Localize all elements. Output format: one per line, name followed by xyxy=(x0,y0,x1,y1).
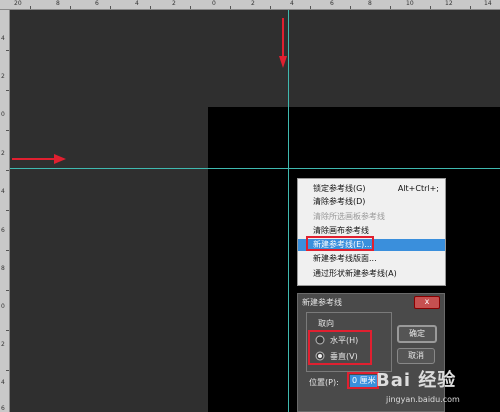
radio-horizontal[interactable] xyxy=(315,335,325,345)
ruler-label: 4 xyxy=(290,0,294,7)
ruler-label: 20 xyxy=(14,0,22,7)
ruler-tick xyxy=(6,170,9,171)
ruler-tick xyxy=(6,290,9,291)
ruler-tick xyxy=(150,6,151,9)
ruler-label: 8 xyxy=(1,265,5,272)
down-arrow-icon xyxy=(279,18,287,68)
close-button[interactable]: x xyxy=(414,296,440,309)
menu-item-shortcut: Alt+Ctrl+; xyxy=(397,184,439,193)
ruler-tick xyxy=(110,6,111,9)
ruler-label: 0 xyxy=(212,0,216,7)
ruler-label: 4 xyxy=(135,0,139,7)
ruler-tick xyxy=(350,6,351,9)
dialog-title: 新建参考线 xyxy=(302,298,342,307)
ruler-label: 14 xyxy=(484,0,492,7)
ruler-label: 4 xyxy=(1,188,5,195)
ruler-tick xyxy=(270,6,271,9)
ruler-tick xyxy=(70,6,71,9)
ruler-tick xyxy=(30,6,31,9)
ruler-tick xyxy=(6,50,9,51)
ruler-tick xyxy=(6,90,9,91)
menu-item-new-guides-from-shape[interactable]: 通过形状新建参考线(A) xyxy=(298,268,445,280)
right-arrow-icon xyxy=(12,154,66,164)
ruler-label: 2 xyxy=(1,73,5,80)
position-label: 位置(P): xyxy=(309,378,339,387)
menu-item-label: 清除画布参考线 xyxy=(313,226,369,235)
ruler-tick xyxy=(230,6,231,9)
ruler-tick xyxy=(6,250,9,251)
menu-item-lock-guides[interactable]: 锁定参考线(G) Alt+Ctrl+; xyxy=(298,183,445,195)
cancel-button[interactable]: 取消 xyxy=(397,348,435,364)
radio-vertical[interactable] xyxy=(315,351,325,361)
ruler-tick xyxy=(6,330,9,331)
ruler-tick xyxy=(390,6,391,9)
menu-item-clear-guides[interactable]: 清除参考线(D) xyxy=(298,196,445,208)
watermark: Bai 经验 jingyan.baidu.com xyxy=(366,366,500,412)
context-menu: 锁定参考线(G) Alt+Ctrl+; 清除参考线(D) 清除所选画板参考线 清… xyxy=(297,178,446,286)
menu-item-label: 新建参考线版面... xyxy=(313,254,377,263)
menu-item-label: 清除参考线(D) xyxy=(313,197,366,206)
ruler-tick xyxy=(470,6,471,9)
watermark-url: jingyan.baidu.com xyxy=(386,395,460,404)
orientation-label: 取向 xyxy=(318,319,334,328)
ruler-label: 2 xyxy=(1,341,5,348)
ruler-label: 0 xyxy=(1,111,5,118)
ruler-label: 10 xyxy=(406,0,414,7)
radio-horizontal-label[interactable]: 水平(H) xyxy=(330,335,358,346)
vertical-guide[interactable] xyxy=(288,10,289,412)
ok-button[interactable]: 确定 xyxy=(397,325,437,343)
ruler-tick xyxy=(6,370,9,371)
menu-item-new-guide-layout[interactable]: 新建参考线版面... xyxy=(298,253,445,265)
ruler-label: 6 xyxy=(1,405,5,412)
ruler-tick xyxy=(430,6,431,9)
menu-item-label: 清除所选画板参考线 xyxy=(313,212,385,221)
ruler-label: 0 xyxy=(1,303,5,310)
horizontal-guide[interactable] xyxy=(10,168,500,169)
ruler-label: 2 xyxy=(172,0,176,7)
radio-vertical-label[interactable]: 垂直(V) xyxy=(330,351,358,362)
ruler-label: 6 xyxy=(95,0,99,7)
ruler-tick xyxy=(190,6,191,9)
ruler-top[interactable]: 20 8 6 4 2 0 2 4 6 8 10 12 14 xyxy=(0,0,500,10)
ruler-label: 6 xyxy=(330,0,334,7)
ruler-label: 8 xyxy=(56,0,60,7)
ruler-label: 4 xyxy=(1,379,5,386)
ruler-label: 4 xyxy=(1,35,5,42)
menu-item-label: 锁定参考线(G) xyxy=(313,184,366,193)
watermark-logo: Bai 经验 xyxy=(376,370,457,391)
menu-item-label: 通过形状新建参考线(A) xyxy=(313,269,397,278)
ruler-label: 2 xyxy=(251,0,255,7)
ruler-label: 8 xyxy=(368,0,372,7)
annotation-highlight-box xyxy=(306,236,374,251)
ruler-label: 2 xyxy=(1,150,5,157)
ruler-tick xyxy=(310,6,311,9)
ruler-label: 6 xyxy=(1,227,5,234)
ruler-tick xyxy=(6,130,9,131)
menu-item-clear-artboard-guides: 清除所选画板参考线 xyxy=(298,211,445,223)
ruler-left[interactable]: 4 2 0 2 4 6 8 0 2 4 6 xyxy=(0,10,10,412)
ruler-tick xyxy=(6,210,9,211)
ruler-label: 12 xyxy=(445,0,453,7)
